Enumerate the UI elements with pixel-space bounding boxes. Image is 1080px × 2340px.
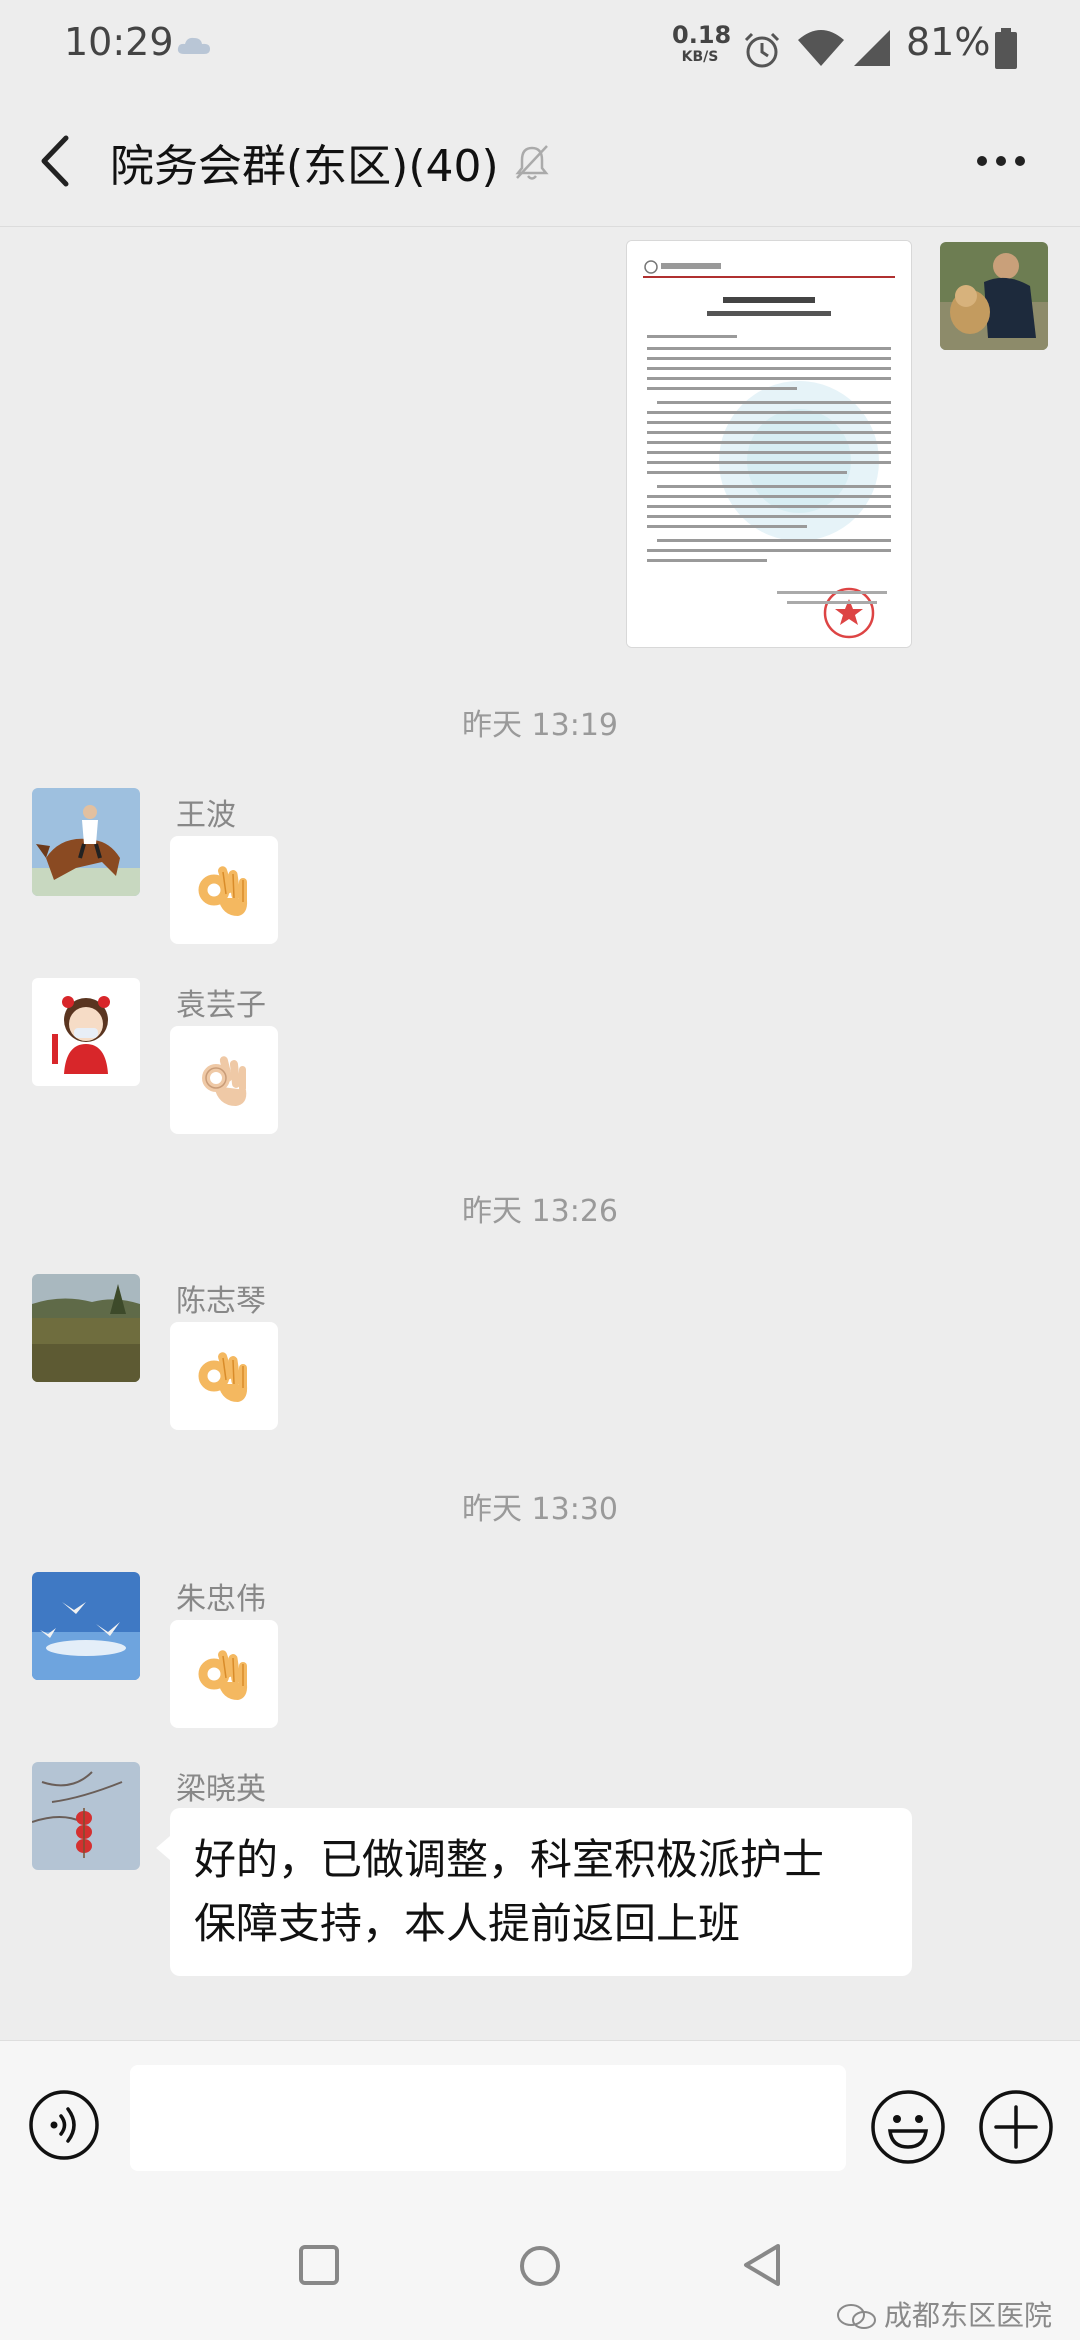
wifi-icon — [798, 30, 844, 66]
avatar[interactable] — [32, 1572, 140, 1680]
voice-icon[interactable] — [28, 2089, 100, 2161]
chevron-left-icon[interactable] — [30, 130, 80, 192]
avatar[interactable] — [32, 1762, 140, 1870]
chat-messages[interactable]: 昨天 13:19 王波 袁芸子 昨天 13:26 陈志琴 昨天 13:30 朱忠… — [0, 226, 1080, 2040]
emoji-message[interactable] — [170, 1026, 278, 1134]
ok-hand-icon — [198, 1650, 248, 1700]
network-speed-unit: KB/S — [681, 49, 719, 65]
message-text-line: 好的，已做调整，科室积极派护士 — [194, 1835, 825, 1884]
text-message[interactable]: 好的，已做调整，科室积极派护士 保障支持，本人提前返回上班 — [156, 1808, 912, 1976]
my-avatar[interactable] — [940, 242, 1048, 350]
network-speed-value: 0.18 — [672, 21, 732, 49]
message-input[interactable] — [130, 2065, 846, 2171]
bell-off-icon — [515, 145, 549, 180]
sender-name: 陈志琴 — [176, 1284, 266, 1319]
status-bar: 10:29 0.18 KB/S 81% — [0, 0, 1080, 96]
battery-icon — [995, 28, 1017, 69]
battery-percent: 81% — [906, 20, 991, 64]
document-thumbnail — [627, 241, 911, 647]
sender-name: 王波 — [176, 798, 236, 833]
network-speed: 0.18 KB/S — [672, 21, 732, 68]
timestamp: 昨天 13:30 — [462, 1492, 618, 1527]
emoji-message[interactable] — [170, 1620, 278, 1728]
timestamp: 昨天 13:26 — [462, 1194, 618, 1229]
more-dots-icon[interactable] — [974, 146, 1028, 176]
message-text-line: 保障支持，本人提前返回上班 — [194, 1899, 741, 1948]
cloud-icon — [177, 37, 210, 54]
avatar[interactable] — [32, 788, 140, 896]
recent-apps-icon[interactable] — [298, 2244, 340, 2286]
alarm-icon — [744, 32, 780, 68]
ok-hand-icon — [198, 1352, 248, 1402]
watermark-text: 成都东区医院 — [884, 2299, 1053, 2332]
sender-name: 袁芸子 — [176, 988, 266, 1023]
status-time: 10:29 — [64, 20, 174, 64]
home-icon[interactable] — [518, 2244, 562, 2288]
sender-name: 梁晓英 — [176, 1772, 266, 1807]
ok-hand-icon — [198, 866, 248, 916]
watermark: 成都东区医院 — [836, 2294, 1052, 2334]
document-image-message[interactable] — [626, 240, 912, 648]
emoji-message[interactable] — [170, 1322, 278, 1430]
chat-header: 院务会群(东区)(40) — [0, 96, 1080, 227]
back-triangle-icon[interactable] — [740, 2242, 784, 2288]
timestamp: 昨天 13:19 — [462, 708, 618, 743]
wechat-icon — [837, 2304, 876, 2329]
avatar[interactable] — [32, 1274, 140, 1382]
sender-name: 朱忠伟 — [176, 1582, 266, 1617]
chat-title: 院务会群(东区)(40) — [110, 141, 499, 192]
avatar[interactable] — [32, 978, 140, 1086]
smiley-icon[interactable] — [870, 2089, 946, 2165]
plus-circle-icon[interactable] — [978, 2089, 1054, 2165]
ok-hand-icon — [202, 1056, 247, 1106]
emoji-message[interactable] — [170, 836, 278, 944]
system-navigation-bar: 成都东区医院 — [0, 2200, 1080, 2340]
signal-icon — [854, 30, 890, 66]
